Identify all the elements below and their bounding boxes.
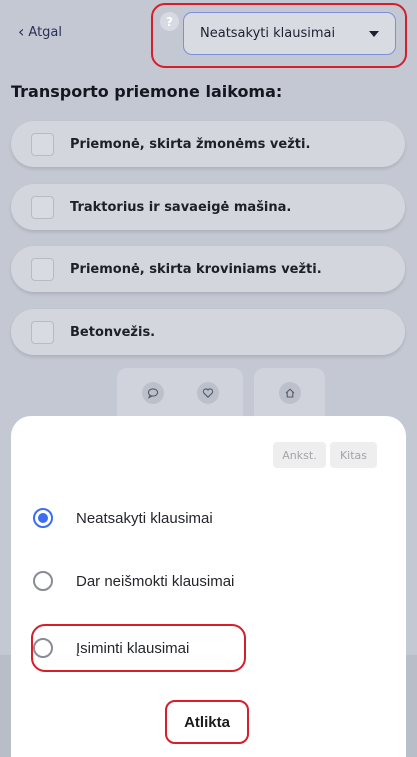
radio-button[interactable] — [33, 571, 53, 591]
back-button[interactable]: ‹ Atgal — [18, 24, 62, 40]
checkbox[interactable] — [31, 257, 54, 281]
answer-option[interactable]: Betonvežis. — [11, 309, 405, 355]
comment-icon — [141, 382, 164, 404]
heart-icon — [196, 382, 219, 404]
question-title: Transporto priemone laikoma: — [11, 82, 283, 101]
answer-option-label: Traktorius ir savaeigė mašina. — [70, 199, 292, 215]
answer-option-label: Priemonė, skirta kroviniams vežti. — [70, 261, 322, 277]
filter-option-label: Įsiminti klausimai — [76, 639, 190, 657]
done-button[interactable]: Atlikta — [167, 702, 247, 742]
back-label: Atgal — [28, 24, 62, 40]
caret-down-icon — [369, 30, 379, 37]
answer-option[interactable]: Priemonė, skirta žmonėms vežti. — [11, 121, 405, 167]
home-icon — [278, 382, 301, 404]
checkbox[interactable] — [31, 132, 54, 156]
filter-option-label: Neatsakyti klausimai — [76, 509, 213, 527]
help-icon[interactable]: ? — [160, 12, 179, 31]
next-button[interactable]: Kitas — [330, 442, 377, 468]
answer-option-label: Priemonė, skirta žmonėms vežti. — [70, 136, 311, 152]
filter-option-unlearned[interactable]: Dar neišmokti klausimai — [33, 569, 234, 593]
answer-option-label: Betonvežis. — [70, 324, 156, 340]
prev-button[interactable]: Ankst. — [273, 442, 326, 468]
radio-button[interactable] — [33, 638, 53, 658]
filter-option-memorized[interactable]: Įsiminti klausimai — [33, 636, 189, 660]
chevron-left-icon: ‹ — [18, 22, 25, 41]
answer-option[interactable]: Priemonė, skirta kroviniams vežti. — [11, 246, 405, 292]
radio-button[interactable] — [33, 508, 53, 528]
checkbox[interactable] — [31, 195, 54, 219]
answer-option[interactable]: Traktorius ir savaeigė mašina. — [11, 184, 405, 230]
filter-dropdown-value: Neatsakyti klausimai — [200, 26, 336, 41]
checkbox[interactable] — [31, 320, 54, 344]
filter-option-label: Dar neišmokti klausimai — [76, 572, 235, 590]
top-bar: ‹ Atgal ? Neatsakyti klausimai — [0, 0, 417, 70]
filter-dropdown[interactable]: Neatsakyti klausimai — [183, 12, 396, 55]
filter-option-unanswered[interactable]: Neatsakyti klausimai — [33, 506, 213, 530]
